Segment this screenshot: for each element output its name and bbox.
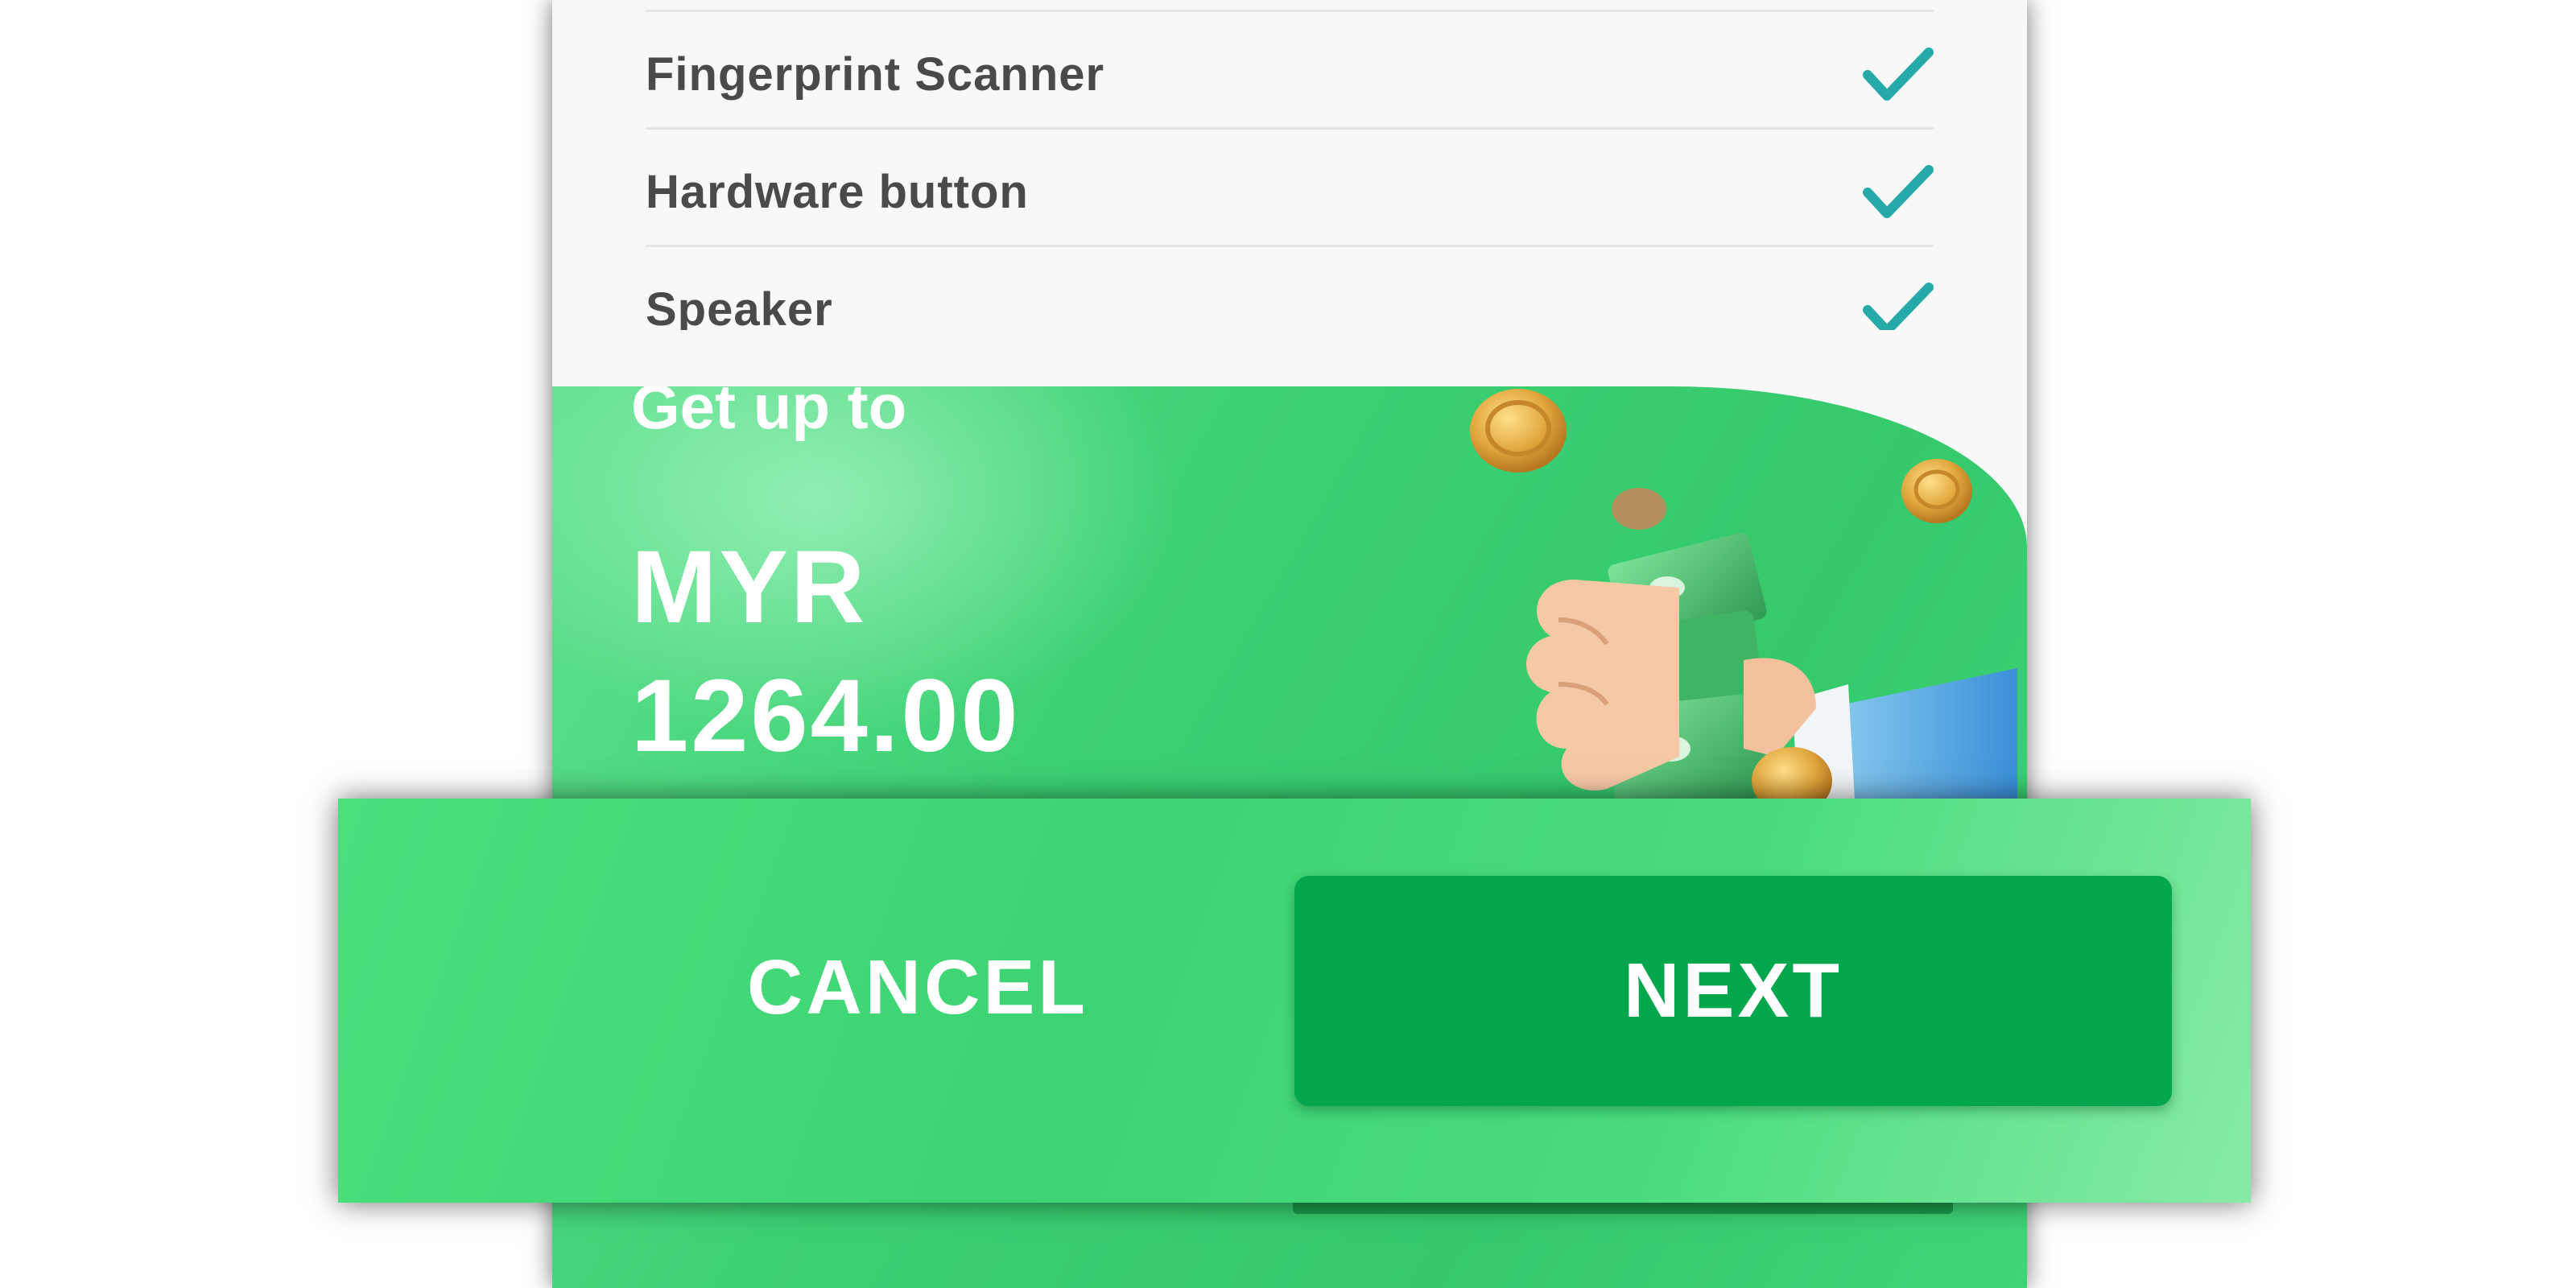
checkmark-icon [1863, 283, 1934, 330]
checklist-item-label: Hardware button [646, 166, 1029, 218]
cancel-button[interactable]: CANCEL [612, 927, 1224, 1048]
cash-in-hand-illustration [1470, 389, 2017, 829]
promo-amount: MYR 1264.00 [631, 523, 1021, 781]
checklist-item: Speaker [646, 245, 1934, 330]
promo-currency: MYR [631, 530, 868, 645]
checklist-item: Hardware button [646, 127, 1934, 247]
device-checklist: Fingerprint Scanner Hardware button Spea… [646, 0, 1934, 330]
promo-headline: Get up to [631, 386, 907, 442]
next-button[interactable]: NEXT [1294, 876, 2172, 1106]
checklist-item: Fingerprint Scanner [646, 10, 1934, 130]
checklist-item-label: Fingerprint Scanner [646, 48, 1105, 101]
screen: Fingerprint Scanner Hardware button Spea… [0, 0, 2576, 1288]
checkmark-icon [1863, 47, 1934, 101]
checkmark-icon [1863, 165, 1934, 218]
promo-value: 1264.00 [631, 658, 1021, 774]
bottom-action-bar: CANCEL NEXT [338, 799, 2251, 1203]
checklist-item-label: Speaker [646, 283, 833, 330]
